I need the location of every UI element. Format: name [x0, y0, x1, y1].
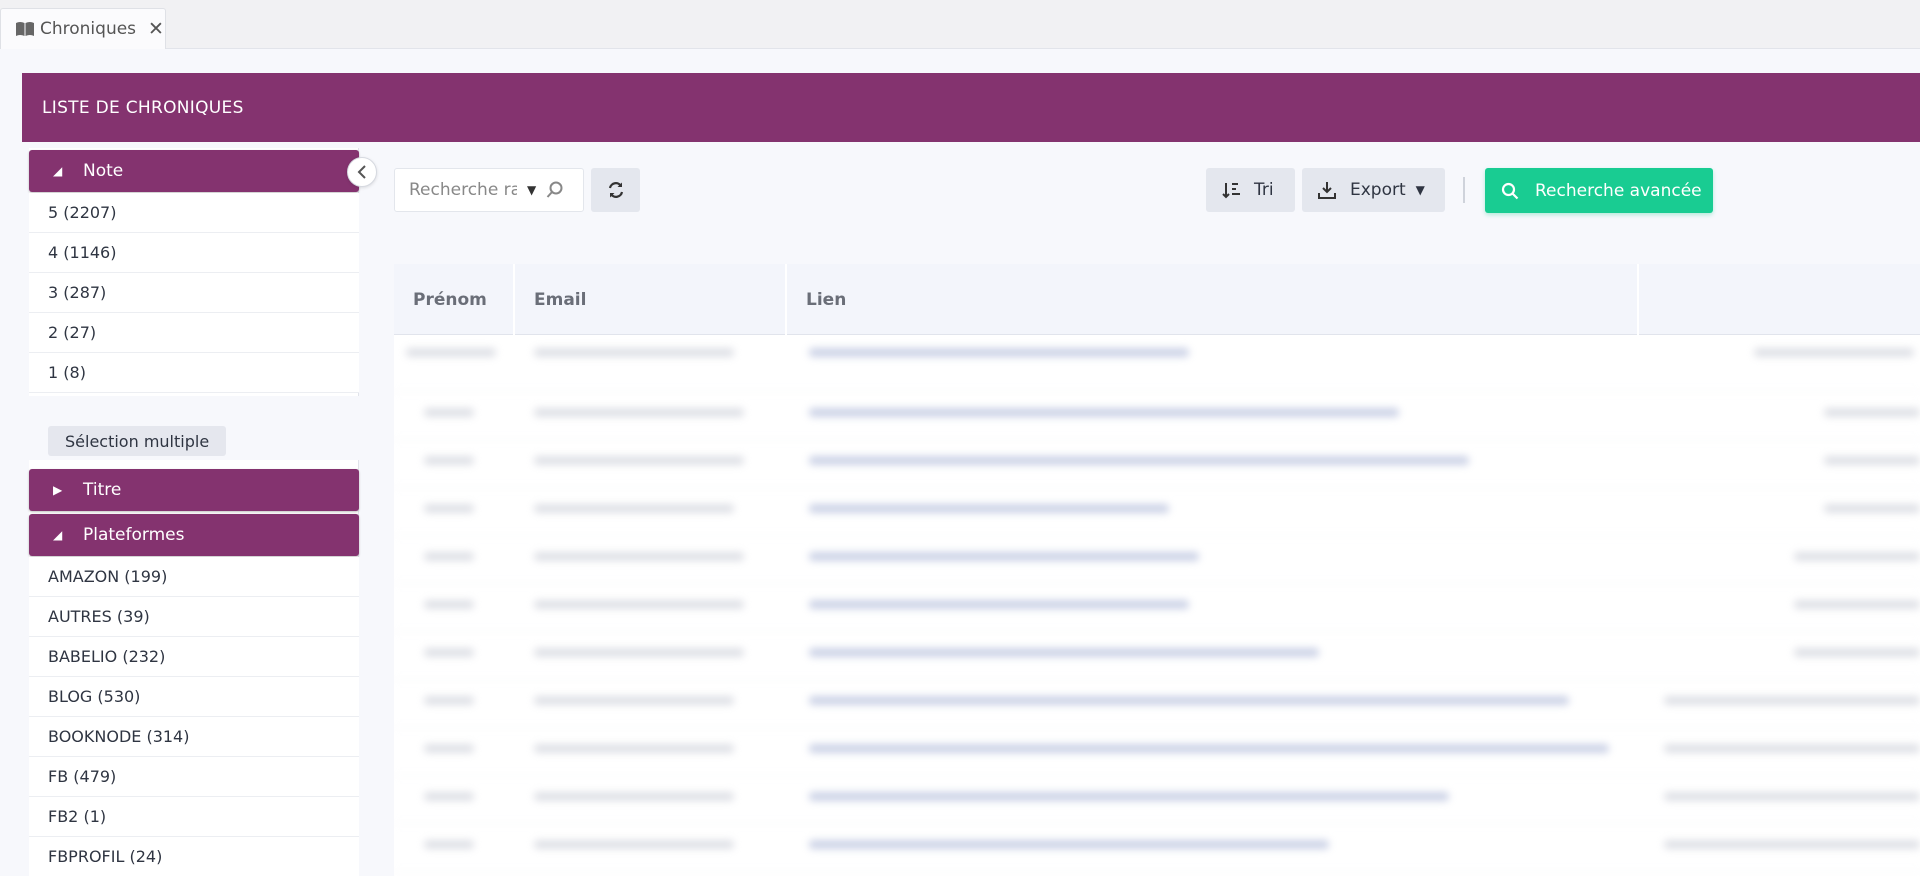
column-t[interactable]: T — [1639, 264, 1920, 335]
filter-plateforme-item[interactable]: AMAZON (199) — [29, 557, 359, 597]
filter-item-label: BABELIO (232) — [48, 647, 166, 666]
table-row[interactable] — [394, 344, 1920, 392]
sort-icon — [1222, 183, 1240, 199]
table-row[interactable] — [394, 824, 1920, 872]
table-row[interactable] — [394, 776, 1920, 824]
filter-plateforme-item[interactable]: BABELIO (232) — [29, 637, 359, 677]
caret-down-icon: ◢ — [53, 528, 63, 542]
download-icon — [1318, 182, 1336, 199]
table-row[interactable] — [394, 584, 1920, 632]
filter-item-label: 5 (2207) — [48, 203, 117, 222]
multi-select-button[interactable]: Sélection multiple — [48, 426, 227, 456]
advanced-search-button[interactable]: Recherche avancée — [1485, 168, 1713, 213]
filter-plateformes-header[interactable]: ◢ Plateformes — [29, 514, 359, 556]
column-lien[interactable]: Lien — [787, 264, 1639, 335]
filter-plateforme-item[interactable]: AUTRES (39) — [29, 597, 359, 637]
filter-plateforme-item[interactable]: FBPROFIL (24) — [29, 837, 359, 876]
table-row[interactable] — [394, 440, 1920, 488]
filter-plateformes-label: Plateformes — [83, 525, 185, 545]
book-icon — [16, 22, 34, 36]
table-body — [394, 344, 1920, 876]
filter-item-label: 3 (287) — [48, 283, 107, 302]
chroniques-table: Prénom Email Lien T — [394, 264, 1920, 876]
sort-label: Tri — [1254, 180, 1274, 200]
refresh-icon — [608, 182, 623, 198]
filter-plateforme-item[interactable]: FB (479) — [29, 757, 359, 797]
search-input[interactable] — [409, 180, 517, 200]
page-header: LISTE DE CHRONIQUES — [22, 73, 1920, 142]
filter-item-label: BLOG (530) — [48, 687, 141, 706]
filter-item-label: 2 (27) — [48, 323, 97, 342]
caret-right-icon: ▶ — [53, 483, 63, 497]
collapse-sidebar-button[interactable] — [347, 157, 377, 187]
advanced-search-label: Recherche avancée — [1535, 180, 1702, 201]
search-icon[interactable] — [546, 181, 564, 199]
filter-sidebar: ◢ Note 5 (2207) 4 (1146) 3 (287) 2 (27) … — [29, 148, 359, 876]
chevron-left-icon — [357, 165, 366, 179]
toolbar-divider — [1463, 177, 1465, 203]
table-row[interactable] — [394, 536, 1920, 584]
table-row[interactable] — [394, 728, 1920, 776]
table-row[interactable] — [394, 488, 1920, 536]
filter-note-item[interactable]: 3 (287) — [29, 273, 359, 313]
filter-item-label: 4 (1146) — [48, 243, 117, 262]
refresh-button[interactable] — [591, 168, 640, 212]
export-button[interactable]: Export ▼ — [1302, 168, 1445, 212]
table-header: Prénom Email Lien T — [394, 264, 1920, 335]
export-label: Export — [1350, 180, 1406, 200]
caret-down-icon: ▼ — [1415, 183, 1425, 197]
tab-strip: Chroniques ✕ — [0, 0, 1920, 49]
sort-button[interactable]: Tri — [1206, 168, 1295, 212]
filter-titre-label: Titre — [83, 480, 122, 500]
table-row[interactable] — [394, 392, 1920, 440]
filter-note-item[interactable]: 4 (1146) — [29, 233, 359, 273]
filter-item-label: FBPROFIL (24) — [48, 847, 163, 866]
filter-note-item[interactable]: 2 (27) — [29, 313, 359, 353]
search-icon — [1501, 182, 1519, 199]
filter-item-label: AUTRES (39) — [48, 607, 150, 626]
filter-titre-header[interactable]: ▶ Titre — [29, 469, 359, 511]
filter-item-label: AMAZON (199) — [48, 567, 168, 586]
filter-item-label: 1 (8) — [48, 363, 86, 382]
page-title: LISTE DE CHRONIQUES — [42, 97, 244, 118]
filter-item-label: FB (479) — [48, 767, 117, 786]
tab-chroniques[interactable]: Chroniques ✕ — [0, 8, 166, 49]
close-icon[interactable]: ✕ — [148, 18, 164, 40]
table-row[interactable] — [394, 632, 1920, 680]
filter-note-item[interactable]: 1 (8) — [29, 353, 359, 393]
column-email[interactable]: Email — [515, 264, 787, 335]
filter-plateforme-item[interactable]: FB2 (1) — [29, 797, 359, 837]
filter-note-label: Note — [83, 161, 124, 181]
caret-down-icon[interactable]: ▼ — [527, 183, 536, 197]
table-row[interactable] — [394, 680, 1920, 728]
filter-note-header[interactable]: ◢ Note — [29, 150, 359, 192]
filter-note-item[interactable]: 5 (2207) — [29, 193, 359, 233]
caret-down-icon: ◢ — [53, 164, 63, 178]
quick-search[interactable]: ▼ — [394, 168, 584, 212]
filter-item-label: BOOKNODE (314) — [48, 727, 190, 746]
tab-title: Chroniques — [40, 19, 137, 39]
column-prenom[interactable]: Prénom — [394, 264, 515, 335]
filter-plateforme-item[interactable]: BOOKNODE (314) — [29, 717, 359, 757]
filter-item-label: FB2 (1) — [48, 807, 107, 826]
filter-plateforme-item[interactable]: BLOG (530) — [29, 677, 359, 717]
